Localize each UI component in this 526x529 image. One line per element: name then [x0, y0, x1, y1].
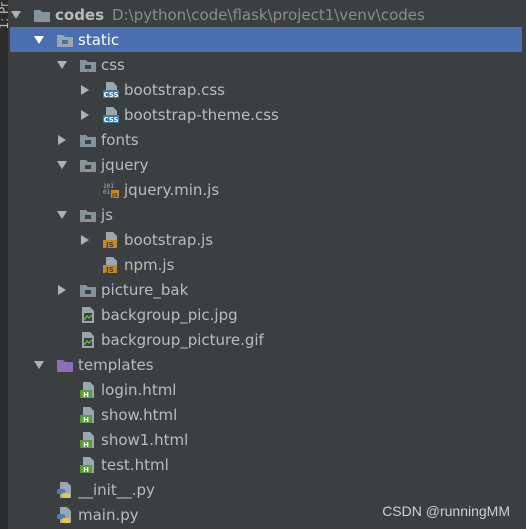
- tree-node-backgroup-picture-gif[interactable]: backgroup_picture.gif: [10, 327, 522, 352]
- project-tool-window-strip[interactable]: 1: Pr: [0, 0, 11, 529]
- tree-node-label: test.html: [101, 455, 169, 474]
- folder-icon: [33, 6, 51, 24]
- folder-icon: [56, 31, 74, 49]
- tree-node-npm-js[interactable]: JS npm.js: [10, 252, 522, 277]
- watermark: CSDN @runningMM: [382, 503, 510, 519]
- minified-js-file-icon: 101 01 JS: [102, 181, 120, 199]
- folder-icon: [79, 56, 97, 74]
- tree-node-bootstrap-css[interactable]: CSS bootstrap.css: [10, 77, 522, 102]
- js-file-icon: JS: [102, 231, 120, 249]
- tree-node-label: bootstrap-theme.css: [124, 105, 279, 124]
- tree-node-label: __init__.py: [78, 480, 155, 499]
- tree-node-label: backgroup_pic.jpg: [101, 305, 238, 324]
- tree-node-label: fonts: [101, 130, 139, 149]
- tree-node-templates[interactable]: templates: [10, 352, 522, 377]
- expand-arrow-down-icon[interactable]: [33, 359, 45, 371]
- tree-node-label: show1.html: [101, 430, 189, 449]
- html-file-icon: H: [79, 456, 97, 474]
- expand-arrow-down-icon[interactable]: [56, 209, 68, 221]
- folder-icon: [79, 206, 97, 224]
- tree-node-show-html[interactable]: H show.html: [10, 402, 522, 427]
- image-file-icon: [79, 331, 97, 349]
- svg-text:H: H: [83, 466, 89, 474]
- expand-arrow-down-icon[interactable]: [56, 59, 68, 71]
- tree-node-label: codes: [55, 5, 105, 24]
- tree-node-label: jquery.min.js: [124, 180, 220, 199]
- svg-text:JS: JS: [105, 266, 114, 274]
- html-file-icon: H: [79, 381, 97, 399]
- expand-arrow-right-icon[interactable]: [56, 284, 68, 296]
- python-file-icon: [56, 481, 74, 499]
- svg-text:H: H: [83, 441, 89, 449]
- tree-node-path: D:\python\code\flask\project1\venv\codes: [112, 5, 425, 24]
- svg-text:CSS: CSS: [103, 116, 118, 124]
- tree-node-picture-bak[interactable]: picture_bak: [10, 277, 522, 302]
- folder-icon: [79, 281, 97, 299]
- tree-node-backgroup-pic-jpg[interactable]: backgroup_pic.jpg: [10, 302, 522, 327]
- tree-node-jquery[interactable]: jquery: [10, 152, 522, 177]
- python-file-icon: [56, 506, 74, 524]
- tree-node-css[interactable]: css: [10, 52, 522, 77]
- templates-folder-icon: [56, 356, 74, 374]
- tree-node-label: css: [101, 55, 125, 74]
- tree-node-label: main.py: [78, 505, 139, 524]
- svg-text:JS: JS: [105, 241, 114, 249]
- expand-arrow-down-icon[interactable]: [33, 34, 45, 46]
- tree-node-codes[interactable]: codes D:\python\code\flask\project1\venv…: [10, 2, 522, 27]
- tree-node-bootstrap-theme-css[interactable]: CSS bootstrap-theme.css: [10, 102, 522, 127]
- tree-node-label: backgroup_picture.gif: [101, 330, 264, 349]
- tree-node-label: bootstrap.js: [124, 230, 214, 249]
- svg-text:H: H: [83, 416, 89, 424]
- tree-node-init-py[interactable]: __init__.py: [10, 477, 522, 502]
- tree-node-label: npm.js: [124, 255, 175, 274]
- expand-arrow-right-icon[interactable]: [79, 234, 91, 246]
- tree-node-label: templates: [78, 355, 154, 374]
- html-file-icon: H: [79, 431, 97, 449]
- tree-node-label: login.html: [101, 380, 177, 399]
- tree-node-bootstrap-js[interactable]: JS bootstrap.js: [10, 227, 522, 252]
- folder-icon: [79, 156, 97, 174]
- html-file-icon: H: [79, 406, 97, 424]
- image-file-icon: [79, 306, 97, 324]
- tree-node-show1-html[interactable]: H show1.html: [10, 427, 522, 452]
- expand-arrow-right-icon[interactable]: [79, 84, 91, 96]
- tree-node-test-html[interactable]: H test.html: [10, 452, 522, 477]
- css-file-icon: CSS: [102, 81, 120, 99]
- svg-text:H: H: [83, 391, 89, 399]
- tree-node-login-html[interactable]: H login.html: [10, 377, 522, 402]
- tree-node-jquery-min-js[interactable]: 101 01 JS jquery.min.js: [10, 177, 522, 202]
- tree-node-label: show.html: [101, 405, 178, 424]
- svg-text:JS: JS: [111, 193, 118, 199]
- tree-node-fonts[interactable]: fonts: [10, 127, 522, 152]
- tree-node-label: static: [78, 30, 120, 49]
- tree-node-label: js: [101, 205, 113, 224]
- folder-icon: [79, 131, 97, 149]
- tree-node-static[interactable]: static: [10, 27, 522, 52]
- tree-node-label: jquery: [101, 155, 149, 174]
- svg-text:01: 01: [103, 189, 111, 196]
- js-file-icon: JS: [102, 256, 120, 274]
- tree-node-js[interactable]: js: [10, 202, 522, 227]
- expand-arrow-right-icon[interactable]: [56, 134, 68, 146]
- expand-arrow-right-icon[interactable]: [79, 109, 91, 121]
- css-file-icon: CSS: [102, 106, 120, 124]
- svg-text:CSS: CSS: [103, 91, 118, 99]
- tree-node-label: bootstrap.css: [124, 80, 225, 99]
- tree-node-label: picture_bak: [101, 280, 189, 299]
- project-tree: codes D:\python\code\flask\project1\venv…: [8, 0, 526, 529]
- expand-arrow-down-icon[interactable]: [56, 159, 68, 171]
- expand-arrow-down-icon[interactable]: [10, 9, 22, 21]
